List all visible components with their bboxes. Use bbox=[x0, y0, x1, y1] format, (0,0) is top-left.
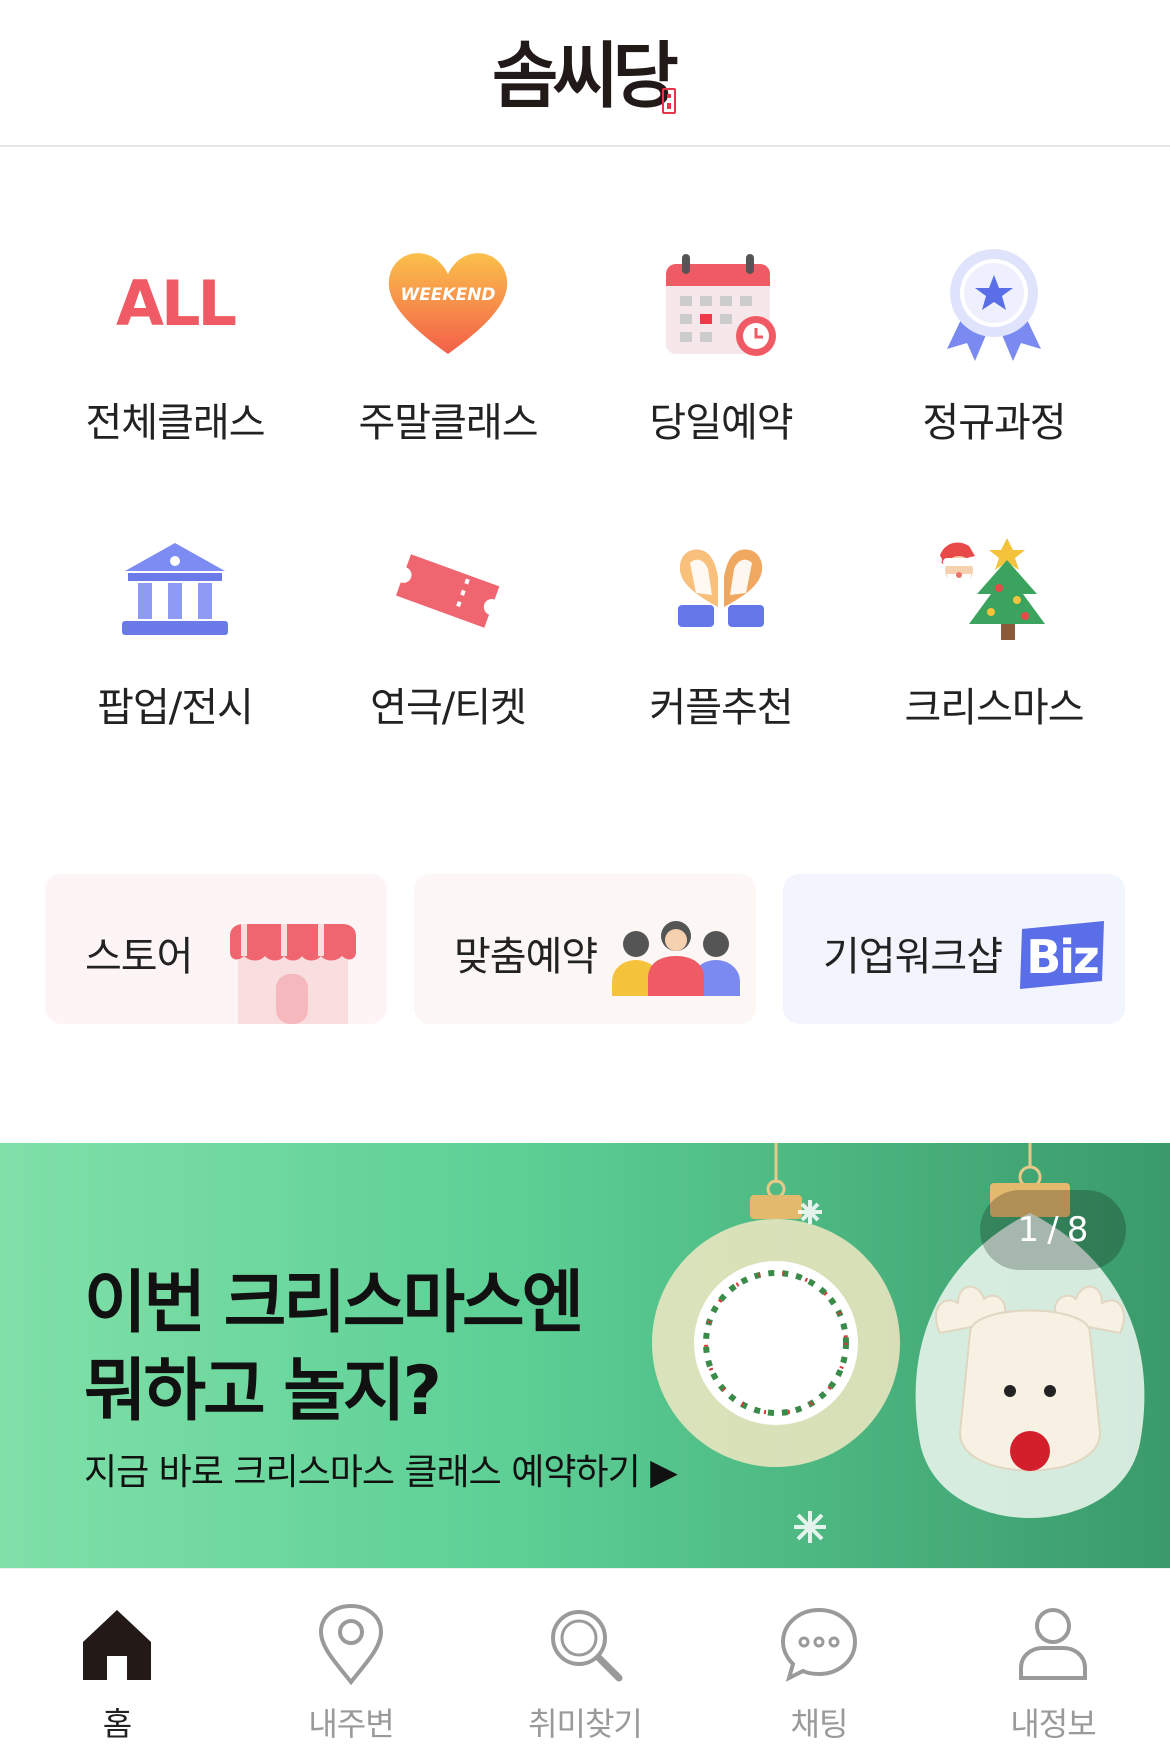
award-ribbon-icon bbox=[859, 230, 1129, 380]
category-weekend-classes[interactable]: WEEKEND 주말클래스 bbox=[313, 230, 583, 480]
brand-logo[interactable]: 솜씨당 bbox=[492, 36, 682, 116]
banner-title-line2: 뭐하고 놀지? bbox=[84, 1352, 442, 1431]
user-icon bbox=[936, 1599, 1170, 1689]
category-same-day[interactable]: 당일예약 bbox=[586, 230, 856, 480]
category-theater-ticket[interactable]: 연극/티켓 bbox=[313, 515, 583, 765]
weekend-heart-icon: WEEKEND bbox=[313, 230, 583, 380]
nav-label: 내정보 bbox=[1010, 1705, 1096, 1743]
nav-home[interactable]: 홈 bbox=[0, 1569, 234, 1749]
ticket-icon bbox=[313, 515, 583, 665]
svg-text:ALL: ALL bbox=[116, 270, 235, 340]
location-pin-icon bbox=[234, 1599, 468, 1689]
chat-bubble-icon bbox=[702, 1599, 936, 1689]
shortcut-label: 기업워크샵 bbox=[823, 934, 1003, 980]
category-label: 당일예약 bbox=[649, 400, 793, 446]
heart-hands-icon bbox=[586, 515, 856, 665]
app-header: 솜씨당 bbox=[0, 0, 1170, 147]
shortcut-custom-booking[interactable]: 맞춤예약 bbox=[414, 874, 756, 1024]
shortcut-store[interactable]: 스토어 bbox=[45, 874, 387, 1024]
nav-nearby[interactable]: 내주변 bbox=[234, 1569, 468, 1749]
category-label: 전체클래스 bbox=[85, 400, 266, 446]
banner-title-line1: 이번 크리스마스엔 bbox=[84, 1264, 584, 1343]
nav-label: 내주변 bbox=[308, 1705, 394, 1743]
banner-subtitle-link[interactable]: 지금 바로 크리스마스 클래스 예약하기 ▶ bbox=[84, 1443, 678, 1495]
people-group-icon bbox=[612, 921, 740, 996]
biz-badge-icon: Biz bbox=[1020, 921, 1104, 989]
nav-label: 채팅 bbox=[790, 1705, 849, 1743]
santa-tree-icon bbox=[859, 515, 1129, 665]
category-label: 팝업/전시 bbox=[97, 685, 254, 731]
category-popup-exhibition[interactable]: 팝업/전시 bbox=[40, 515, 310, 765]
museum-icon bbox=[40, 515, 310, 665]
logo-text: 솜씨당 bbox=[492, 34, 679, 118]
nav-my-info[interactable]: 내정보 bbox=[936, 1569, 1170, 1749]
calendar-clock-icon bbox=[586, 230, 856, 380]
search-icon bbox=[468, 1599, 702, 1689]
logo-seal-icon bbox=[662, 88, 676, 114]
category-label: 주말클래스 bbox=[358, 400, 539, 446]
nav-label: 홈 bbox=[102, 1705, 132, 1743]
bottom-nav: 홈 내주변 취미찾기 채팅 내정보 bbox=[0, 1568, 1170, 1749]
nav-label: 취미찾기 bbox=[528, 1705, 643, 1743]
category-label: 정규과정 bbox=[922, 400, 1066, 446]
nav-chat[interactable]: 채팅 bbox=[702, 1569, 936, 1749]
shortcut-label: 스토어 bbox=[85, 934, 193, 980]
home-icon bbox=[0, 1599, 234, 1689]
category-label: 크리스마스 bbox=[904, 685, 1085, 731]
pager-separator: / bbox=[1047, 1210, 1059, 1250]
category-christmas[interactable]: 크리스마스 bbox=[859, 515, 1129, 765]
pager-total: 8 bbox=[1066, 1210, 1089, 1250]
banner-title: 이번 크리스마스엔 뭐하고 놀지? bbox=[84, 1260, 584, 1436]
category-regular-course[interactable]: 정규과정 bbox=[859, 230, 1129, 480]
category-all-classes[interactable]: ALL 전체클래스 bbox=[40, 230, 310, 480]
store-awning-icon bbox=[230, 924, 356, 1024]
all-badge-icon: ALL bbox=[40, 230, 310, 380]
shortcut-label: 맞춤예약 bbox=[454, 934, 598, 980]
nav-find-hobby[interactable]: 취미찾기 bbox=[468, 1569, 702, 1749]
svg-text:WEEKEND: WEEKEND bbox=[400, 285, 495, 305]
category-label: 연극/티켓 bbox=[370, 685, 527, 731]
category-label: 커플추천 bbox=[649, 685, 793, 731]
pager-current: 1 bbox=[1017, 1210, 1040, 1250]
shortcut-corporate-workshop[interactable]: 기업워크샵 Biz bbox=[783, 874, 1125, 1024]
banner-pager: 1 / 8 bbox=[980, 1190, 1126, 1270]
promo-banner[interactable]: 이번 크리스마스엔 뭐하고 놀지? 지금 바로 크리스마스 클래스 예약하기 ▶… bbox=[0, 1143, 1170, 1568]
category-couple-recommend[interactable]: 커플추천 bbox=[586, 515, 856, 765]
svg-text:Biz: Biz bbox=[1026, 930, 1098, 984]
